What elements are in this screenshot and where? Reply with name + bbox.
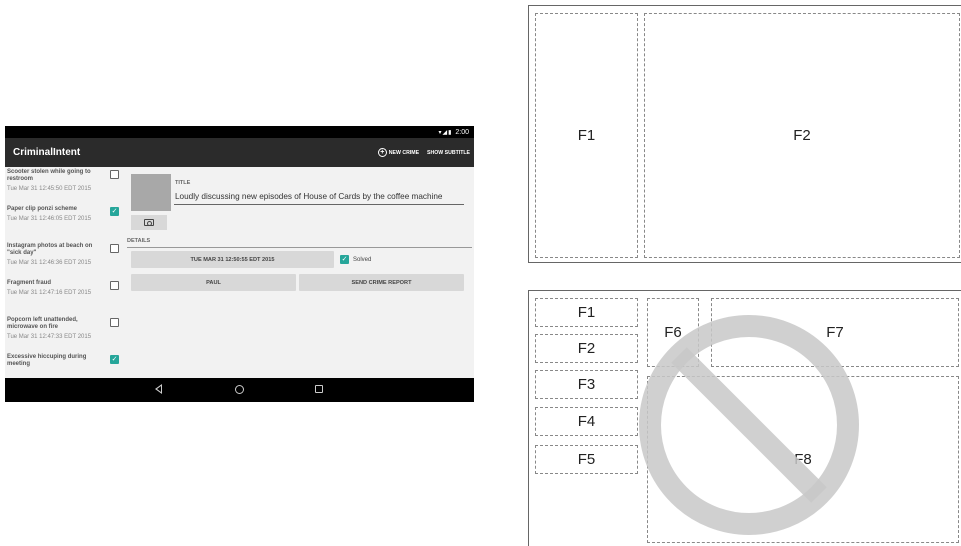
fragment-box: F1 [535,298,638,327]
solved-checkbox[interactable] [110,281,119,290]
solved-label: Solved [353,256,372,263]
crime-title: Popcorn left unattended, microwave on fi… [7,317,78,330]
solved-checkbox[interactable] [110,318,119,327]
fragment-box: F2 [535,334,638,363]
solved-checkbox[interactable]: ✓ [110,207,119,216]
fragment-label: F1 [577,304,596,321]
solved-checkbox[interactable] [110,170,119,179]
content-area: Scooter stolen while going to restroom T… [5,167,474,378]
choose-suspect-button[interactable]: PAUL [131,274,296,291]
app-bar: CriminalIntent + NEW CRIME SHOW SUBTITLE [5,138,474,167]
crime-title: Paper clip ponzi scheme [7,206,78,212]
fragment-box: F1 [535,13,638,258]
crime-date: Tue Mar 31 12:46:36 EDT 2015 [7,260,92,266]
fragment-box: F3 [535,370,638,399]
details-divider [127,247,472,248]
back-icon[interactable] [155,384,162,394]
navigation-bar [5,378,474,402]
crime-list-item[interactable]: Fragment fraud Tue Mar 31 12:47:16 EDT 2… [5,278,123,315]
crime-title: Excessive hiccuping during meeting [7,354,87,367]
tablet-screen: ▾◢▮ 2:00 CriminalIntent + NEW CRIME SHOW… [5,126,474,402]
crime-title: Scooter stolen while going to restroom [7,169,91,182]
status-time: 2:00 [455,128,469,136]
fragment-label: F1 [577,127,596,144]
status-icons: ▾◢▮ [438,129,453,136]
crime-date: Tue Mar 31 12:47:16 EDT 2015 [7,290,92,296]
solved-checkbox[interactable] [110,244,119,253]
status-bar: ▾◢▮ 2:00 [5,126,474,138]
app-title: CriminalIntent [13,147,81,158]
solved-checkbox[interactable]: ✓ [110,355,119,364]
crime-photo [131,174,171,211]
crime-date: Tue Mar 31 12:46:05 EDT 2015 [7,216,92,222]
crime-title: Fragment fraud [7,280,52,286]
fragment-label: F5 [577,451,596,468]
app-bar-actions: + NEW CRIME SHOW SUBTITLE [377,148,474,157]
crime-list-item[interactable]: Excessive hiccuping during meeting ✓ [5,352,123,378]
new-crime-label: NEW CRIME [388,149,420,156]
fragment-box: F4 [535,407,638,436]
crime-list-item[interactable]: Scooter stolen while going to restroom T… [5,167,123,204]
crime-list-item[interactable]: Instagram photos at beach on "sick day" … [5,241,123,278]
add-icon: + [377,148,387,157]
camera-icon [144,219,154,226]
crime-date: Tue Mar 31 12:47:33 EDT 2015 [7,334,92,340]
prohibited-icon [639,315,859,535]
fragment-label: F4 [577,413,596,430]
crime-list-item[interactable]: Paper clip ponzi scheme Tue Mar 31 12:46… [5,204,123,241]
figure: ▾◢▮ 2:00 CriminalIntent + NEW CRIME SHOW… [0,0,961,546]
solved-checkbox-checked[interactable]: ✓ [340,255,349,264]
fragment-label: F2 [793,127,811,144]
crime-title-field[interactable] [174,189,464,205]
show-subtitle-label: SHOW SUBTITLE [427,149,470,156]
crime-title: Instagram photos at beach on "sick day" [7,243,93,256]
title-label: TITLE [175,180,191,186]
fragment-box: F2 [644,13,960,258]
show-subtitle-button[interactable]: SHOW SUBTITLE [427,150,470,156]
many-fragment-layout-diagram: F1 F2 F3 F4 F5 F6 F7 F8 [528,290,961,546]
crime-list-item[interactable]: Popcorn left unattended, microwave on fi… [5,315,123,352]
new-crime-button[interactable]: + NEW CRIME [377,148,420,157]
crime-date: Tue Mar 31 12:45:50 EDT 2015 [7,186,92,192]
fragment-label: F3 [577,376,596,393]
recents-icon[interactable] [315,385,323,393]
home-icon[interactable] [235,385,244,394]
details-label: DETAILS [127,238,151,244]
camera-button[interactable] [131,215,167,230]
solved-toggle[interactable]: ✓ Solved [340,255,371,264]
crime-detail-pane: TITLE DETAILS TUE MAR 31 12:50:55 EDT 20… [125,167,474,378]
fragment-box: F5 [535,445,638,474]
fragment-label: F2 [577,340,596,357]
send-crime-report-button[interactable]: SEND CRIME REPORT [299,274,464,291]
crime-date-button[interactable]: TUE MAR 31 12:50:55 EDT 2015 [131,251,334,268]
two-fragment-layout-diagram: F1 F2 [528,5,961,263]
crime-list[interactable]: Scooter stolen while going to restroom T… [5,167,123,378]
